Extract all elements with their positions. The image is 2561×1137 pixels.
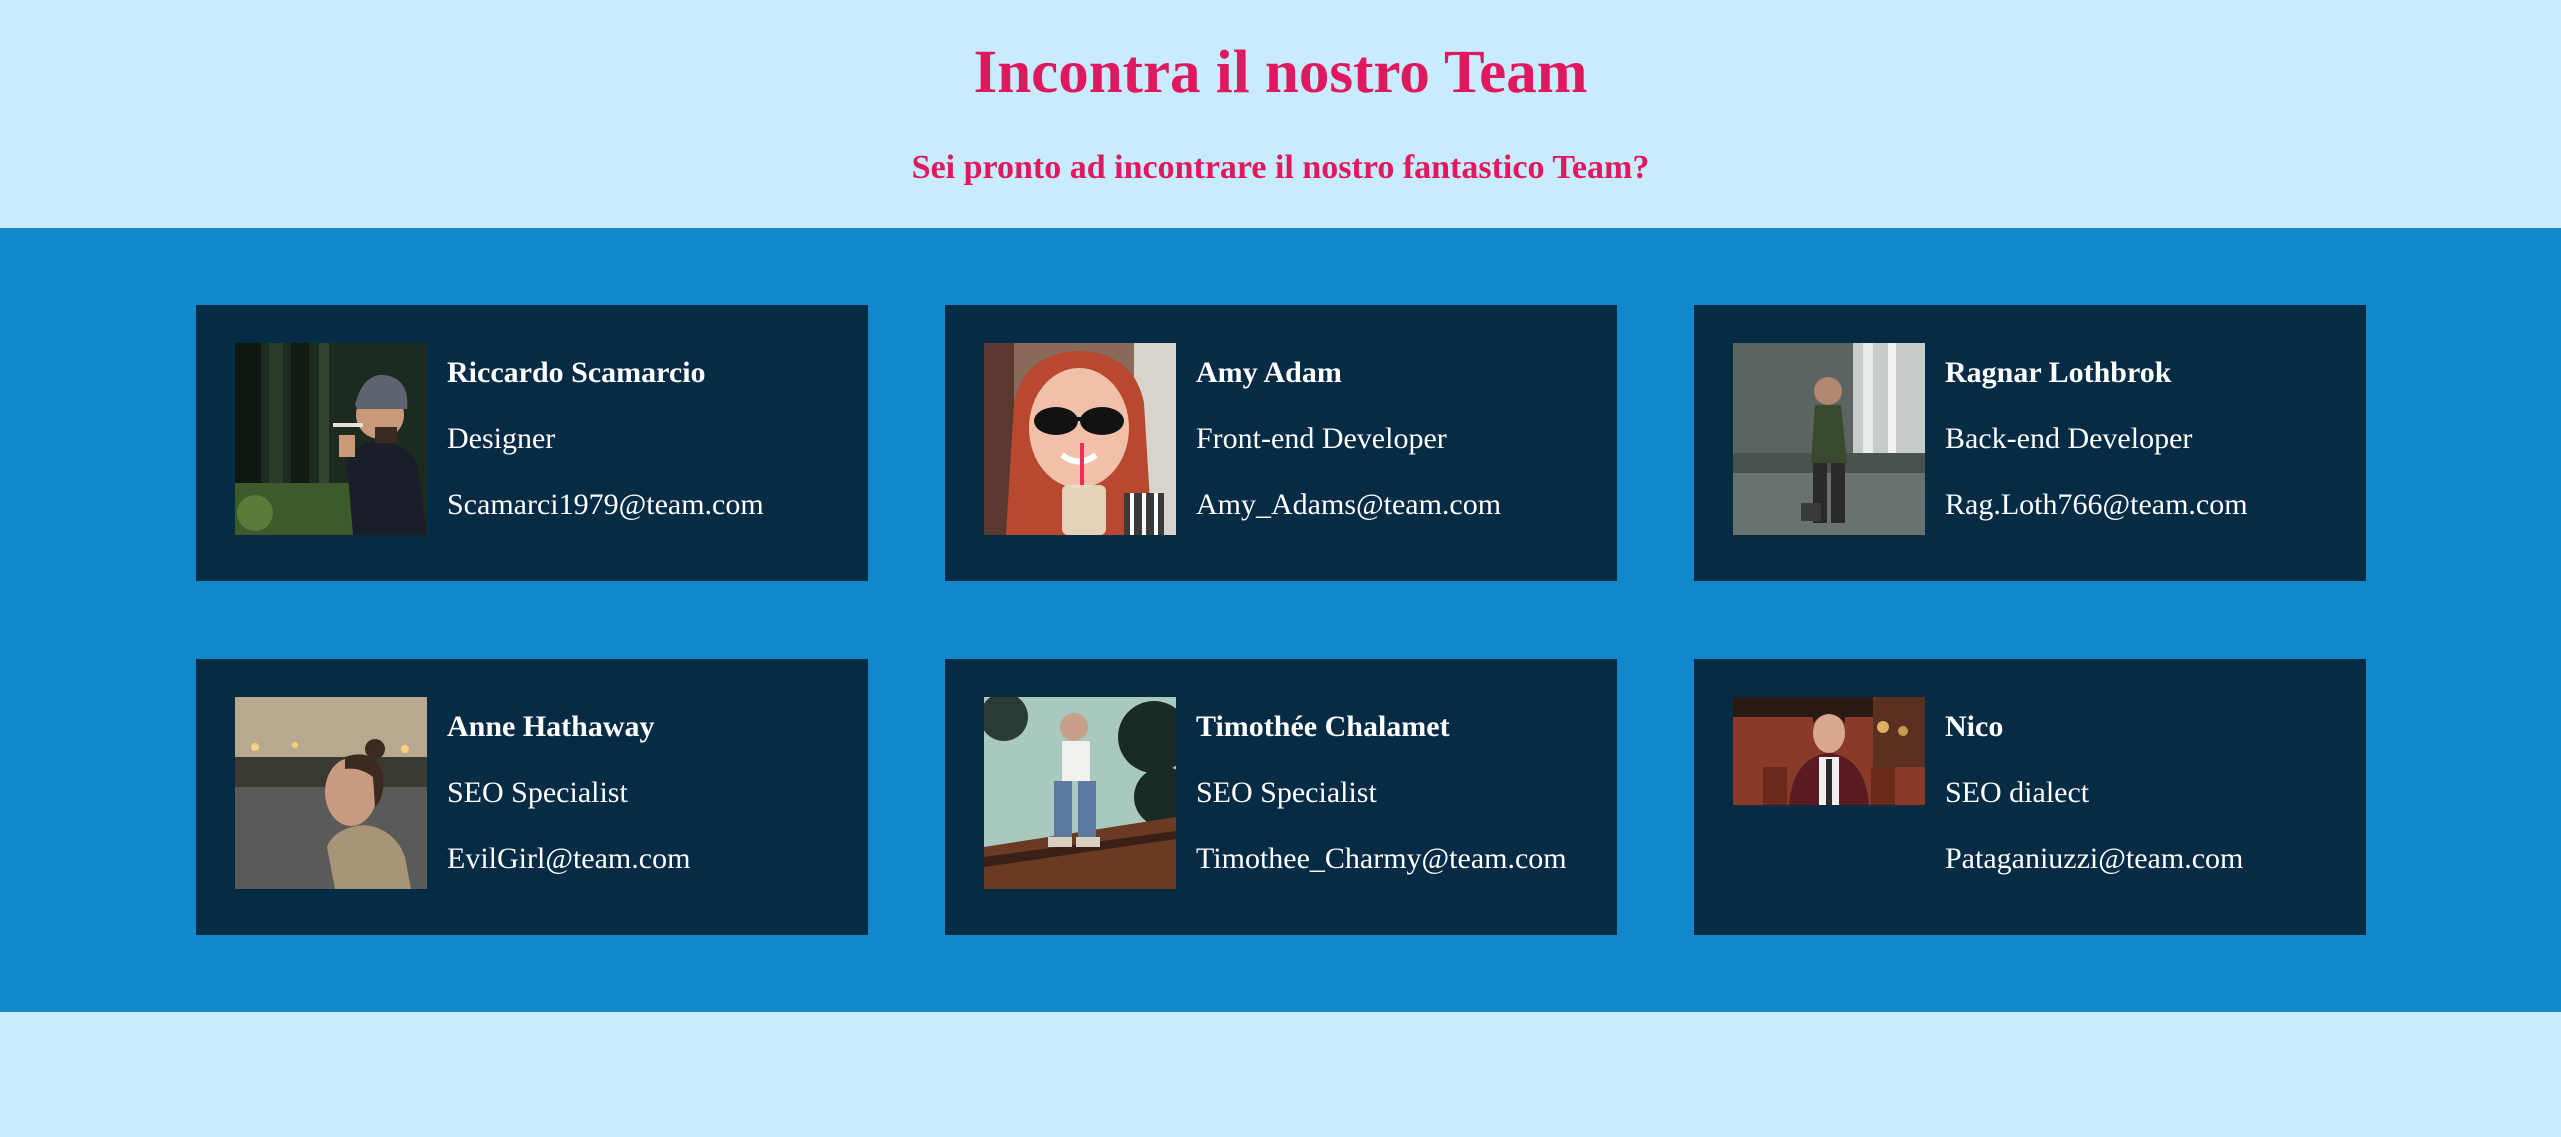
team-member-info: Anne Hathaway SEO Specialist EvilGirl@te…: [447, 697, 690, 877]
team-member-email[interactable]: Amy_Adams@team.com: [1196, 487, 1501, 523]
team-member-photo: [1733, 697, 1925, 805]
team-member-email[interactable]: EvilGirl@team.com: [447, 841, 690, 877]
team-member-email[interactable]: Timothee_Charmy@team.com: [1196, 841, 1567, 877]
team-member-role: Back-end Developer: [1945, 422, 2193, 455]
team-card: Amy Adam Front-end Developer Amy_Adams@t…: [945, 305, 1617, 581]
team-member-info: Riccardo Scamarcio Designer Scamarci1979…: [447, 343, 764, 523]
team-member-photo: [984, 697, 1176, 889]
team-member-role: Front-end Developer: [1196, 422, 1447, 455]
team-member-role: SEO dialect: [1945, 776, 2090, 809]
team-member-photo: [235, 697, 427, 889]
team-member-name: Nico: [1945, 710, 2004, 743]
team-member-info: Timothée Chalamet SEO Specialist Timothe…: [1196, 697, 1567, 877]
team-card: Riccardo Scamarcio Designer Scamarci1979…: [196, 305, 868, 581]
team-section: Riccardo Scamarcio Designer Scamarci1979…: [0, 228, 2561, 1012]
team-member-email[interactable]: Pataganiuzzi@team.com: [1945, 841, 2243, 877]
team-member-role: Designer: [447, 422, 556, 455]
team-member-name: Ragnar Lothbrok: [1945, 356, 2172, 389]
team-member-name: Amy Adam: [1196, 356, 1342, 389]
team-member-info: Ragnar Lothbrok Back-end Developer Rag.L…: [1945, 343, 2248, 523]
team-member-name: Riccardo Scamarcio: [447, 356, 706, 389]
team-member-info: Amy Adam Front-end Developer Amy_Adams@t…: [1196, 343, 1501, 523]
team-member-email[interactable]: Scamarci1979@team.com: [447, 487, 764, 523]
team-member-name: Anne Hathaway: [447, 710, 655, 743]
team-member-photo: [235, 343, 427, 535]
team-member-info: Nico SEO dialect Pataganiuzzi@team.com: [1945, 697, 2243, 877]
team-member-role: SEO Specialist: [1196, 776, 1377, 809]
team-member-email[interactable]: Rag.Loth766@team.com: [1945, 487, 2248, 523]
team-member-photo: [984, 343, 1176, 535]
team-member-photo: [1733, 343, 1925, 535]
team-card: Timothée Chalamet SEO Specialist Timothe…: [945, 659, 1617, 935]
team-member-role: SEO Specialist: [447, 776, 628, 809]
team-card: Ragnar Lothbrok Back-end Developer Rag.L…: [1694, 305, 2366, 581]
page-header: Incontra il nostro Team Sei pronto ad in…: [0, 0, 2561, 228]
page-subtitle: Sei pronto ad incontrare il nostro fanta…: [911, 149, 1650, 186]
team-card: Anne Hathaway SEO Specialist EvilGirl@te…: [196, 659, 868, 935]
page-title: Incontra il nostro Team: [973, 39, 1588, 106]
team-card: Nico SEO dialect Pataganiuzzi@team.com: [1694, 659, 2366, 935]
team-member-name: Timothée Chalamet: [1196, 710, 1450, 743]
